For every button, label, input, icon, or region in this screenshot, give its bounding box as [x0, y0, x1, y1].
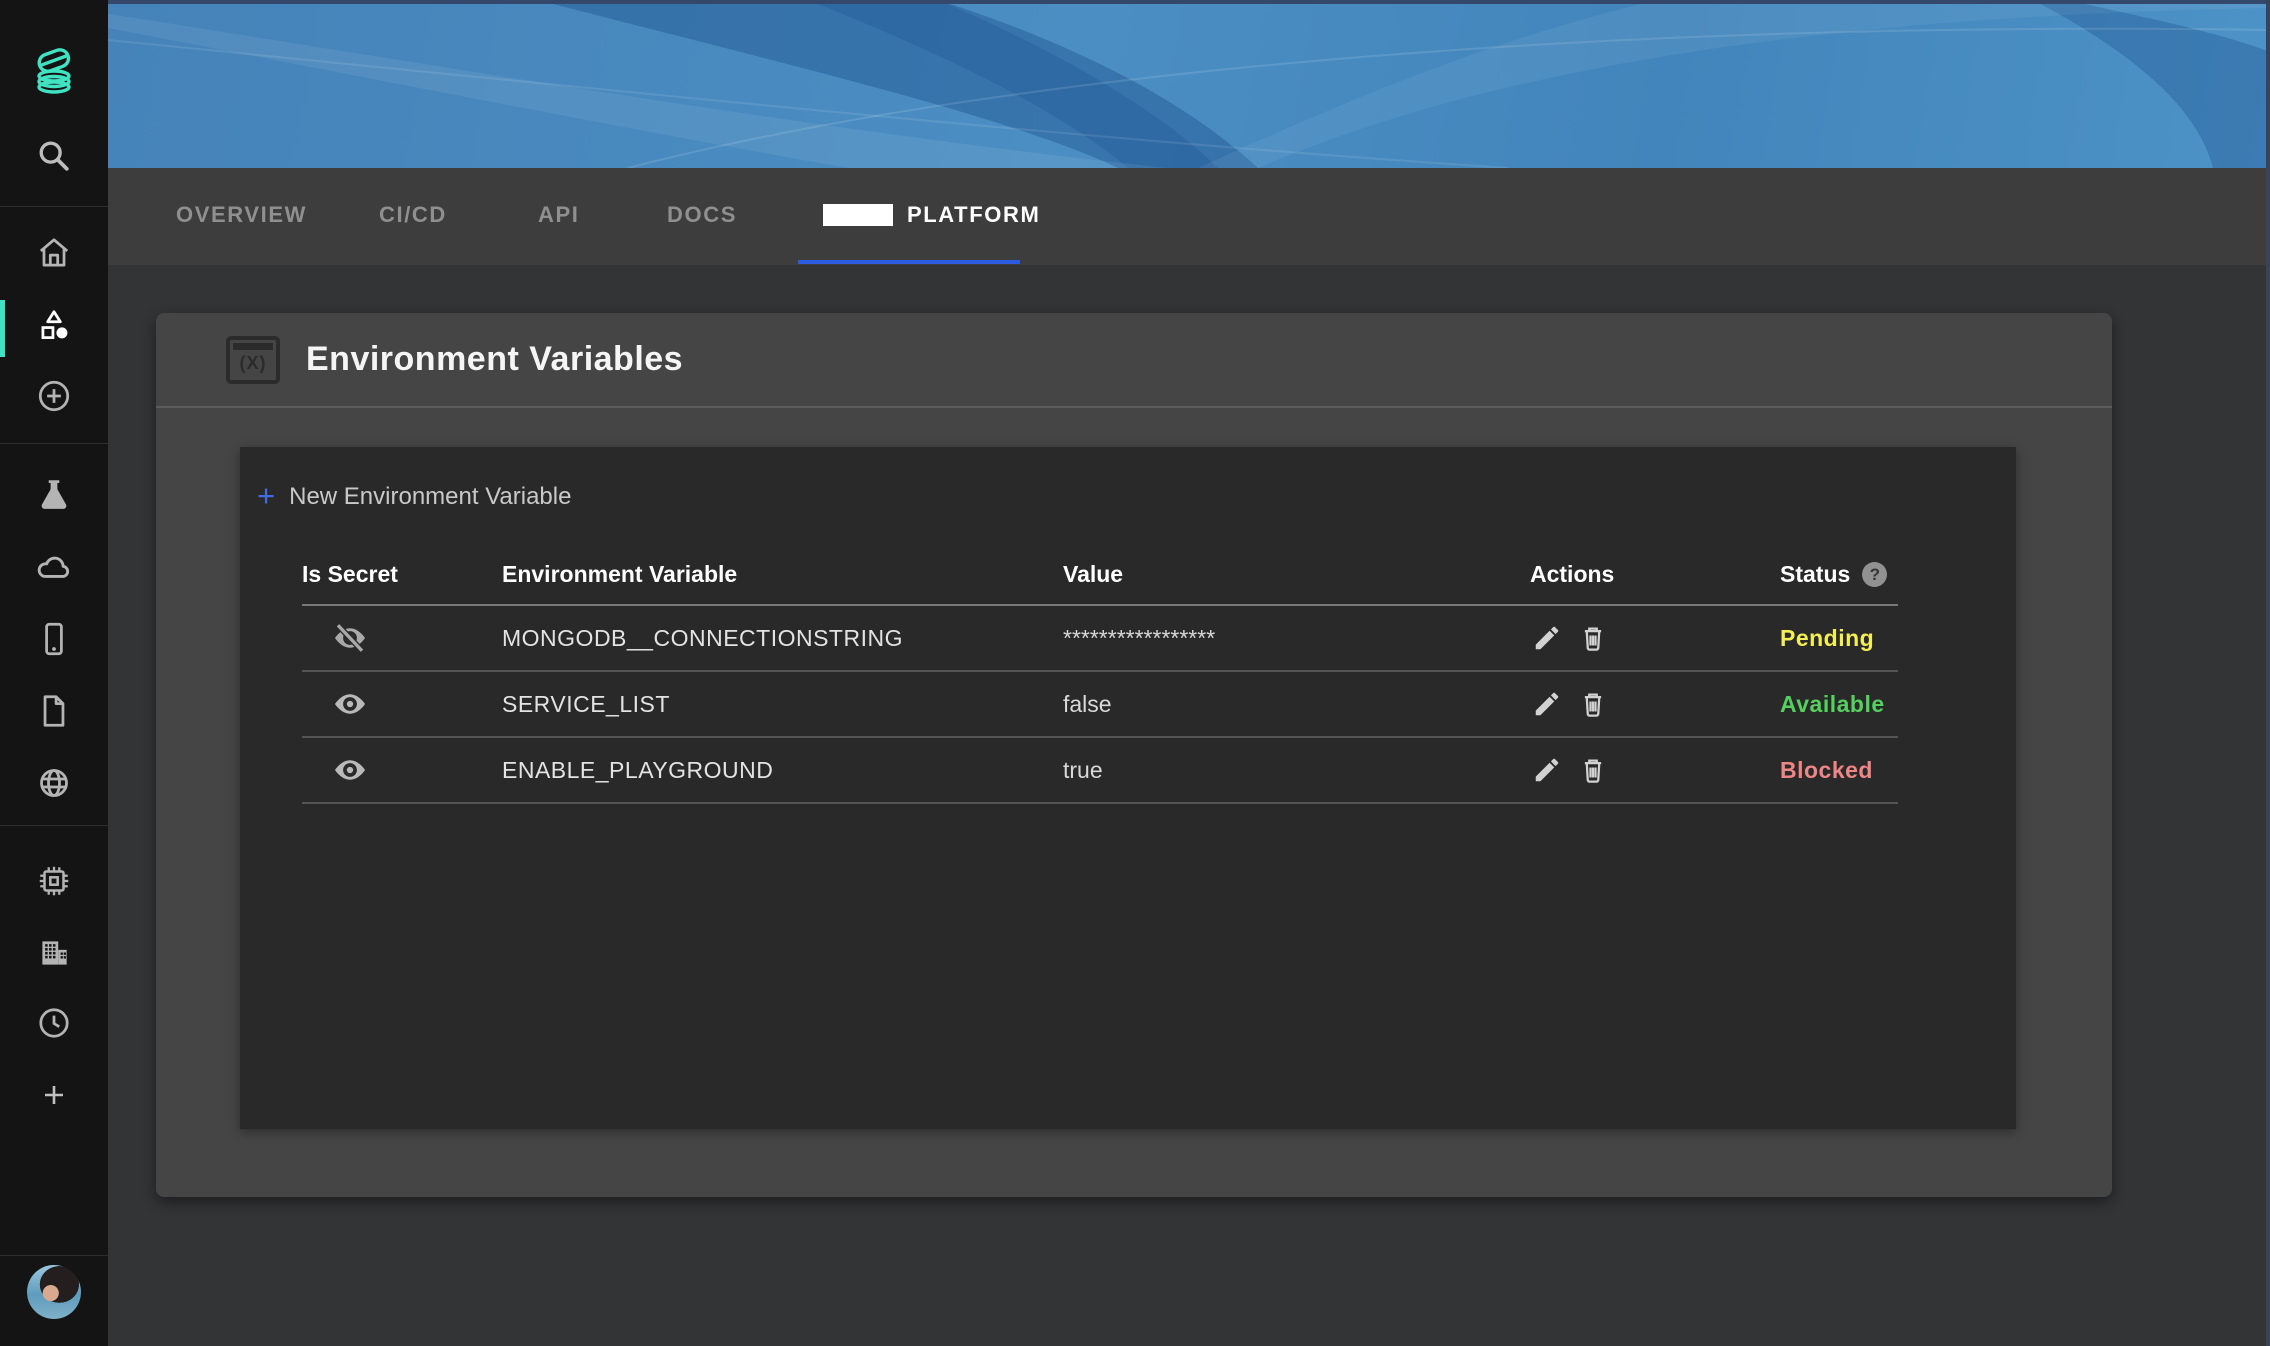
env-var-value: true: [1063, 757, 1530, 784]
globe-icon: [36, 765, 72, 806]
environment-variables-card: (X) Environment Variables + New Environm…: [156, 313, 2112, 1197]
new-environment-variable-button[interactable]: + New Environment Variable: [257, 477, 571, 517]
delete-trash-icon[interactable]: [1578, 623, 1608, 653]
table-row: ENABLE_PLAYGROUND true: [302, 738, 1898, 804]
new-environment-variable-label: New Environment Variable: [289, 483, 571, 511]
column-header-env-variable: Environment Variable: [502, 561, 1063, 588]
table-row: MONGODB__CONNECTIONSTRING **************…: [302, 606, 1898, 672]
sidebar-item-history[interactable]: [0, 1006, 108, 1044]
sidebar-divider: [0, 443, 108, 444]
table-header-row: Is Secret Environment Variable Value Act…: [302, 545, 1898, 606]
sidebar-divider: [0, 1255, 108, 1256]
sidebar-divider: [0, 825, 108, 826]
status-badge: Blocked: [1780, 757, 1898, 784]
eye-icon[interactable]: [332, 686, 368, 722]
sidebar: [0, 0, 108, 1346]
column-header-is-secret: Is Secret: [302, 561, 502, 588]
tab-cicd[interactable]: CI/CD: [379, 168, 447, 261]
status-badge: Available: [1780, 691, 1898, 718]
sidebar-item-search[interactable]: [0, 138, 108, 178]
clock-icon: [35, 1004, 73, 1047]
search-icon: [34, 136, 74, 181]
tab-logo-block: [823, 204, 893, 226]
edit-pencil-icon[interactable]: [1532, 755, 1562, 785]
tab-label: PLATFORM: [907, 202, 1040, 228]
header-banner: [108, 0, 2270, 168]
edit-pencil-icon[interactable]: [1532, 623, 1562, 653]
sidebar-item-add[interactable]: [0, 1079, 108, 1115]
sidebar-item-organization[interactable]: [0, 936, 108, 974]
building-icon: [35, 934, 73, 977]
plus-icon: +: [257, 478, 275, 514]
cloud-icon: [34, 547, 74, 592]
tab-api[interactable]: API: [538, 168, 579, 261]
env-var-name: ENABLE_PLAYGROUND: [502, 757, 1063, 784]
user-avatar[interactable]: [27, 1265, 81, 1319]
sidebar-item-create[interactable]: [0, 379, 108, 417]
tab-docs[interactable]: DOCS: [667, 168, 737, 261]
home-icon: [35, 234, 73, 277]
status-badge: Pending: [1780, 625, 1898, 652]
env-var-value: false: [1063, 691, 1530, 718]
sidebar-item-docs[interactable]: [0, 694, 108, 732]
shapes-icon: [35, 307, 73, 350]
sidebar-item-home[interactable]: [0, 236, 108, 274]
page-title: Environment Variables: [306, 340, 683, 379]
app-screen: OVERVIEW CI/CD API DOCS PLATFORM (X) Env…: [0, 0, 2270, 1346]
tab-label: API: [538, 202, 579, 228]
mobile-phone-icon: [35, 620, 73, 663]
sidebar-item-catalog[interactable]: [0, 309, 108, 347]
document-icon: [35, 692, 73, 735]
tab-platform[interactable]: PLATFORM: [823, 168, 1040, 261]
column-header-actions: Actions: [1530, 561, 1780, 588]
env-var-name: MONGODB__CONNECTIONSTRING: [502, 625, 1063, 652]
eye-off-icon[interactable]: [332, 620, 368, 656]
sidebar-item-experiments[interactable]: [0, 478, 108, 516]
banner-abstract-shapes: [108, 0, 2270, 168]
column-header-value: Value: [1063, 561, 1530, 588]
active-tab-underline: [798, 260, 1020, 264]
sidebar-item-mobile[interactable]: [0, 622, 108, 660]
edit-pencil-icon[interactable]: [1532, 689, 1562, 719]
chip-icon: [35, 862, 73, 905]
env-var-window-icon: (X): [226, 336, 280, 384]
tab-label: OVERVIEW: [176, 202, 307, 228]
env-var-name: SERVICE_LIST: [502, 691, 1063, 718]
delete-trash-icon[interactable]: [1578, 689, 1608, 719]
app-logo[interactable]: [0, 46, 108, 98]
card-header: (X) Environment Variables: [156, 313, 2112, 408]
plus-icon: [36, 1077, 72, 1118]
window-right-edge: [2266, 0, 2270, 1346]
env-var-value: *****************: [1063, 625, 1530, 652]
status-help-icon[interactable]: ?: [1862, 562, 1887, 587]
env-var-table: Is Secret Environment Variable Value Act…: [302, 545, 1898, 804]
eye-icon[interactable]: [332, 752, 368, 788]
delete-trash-icon[interactable]: [1578, 755, 1608, 785]
sidebar-item-web[interactable]: [0, 766, 108, 804]
sidebar-item-devices[interactable]: [0, 864, 108, 902]
tab-label: CI/CD: [379, 202, 447, 228]
banner-top-strip: [108, 0, 2270, 4]
tab-bar: OVERVIEW CI/CD API DOCS PLATFORM: [108, 168, 2270, 265]
column-header-status: Status ?: [1780, 561, 1898, 588]
stacked-layers-logo-icon: [28, 44, 80, 101]
tab-overview[interactable]: OVERVIEW: [176, 168, 307, 261]
table-row: SERVICE_LIST false: [302, 672, 1898, 738]
tab-label: DOCS: [667, 202, 737, 228]
add-circle-icon: [35, 377, 73, 420]
sidebar-item-cloud[interactable]: [0, 550, 108, 588]
sidebar-divider: [0, 206, 108, 207]
env-var-panel: + New Environment Variable Is Secret Env…: [240, 447, 2016, 1129]
flask-icon: [35, 476, 73, 519]
